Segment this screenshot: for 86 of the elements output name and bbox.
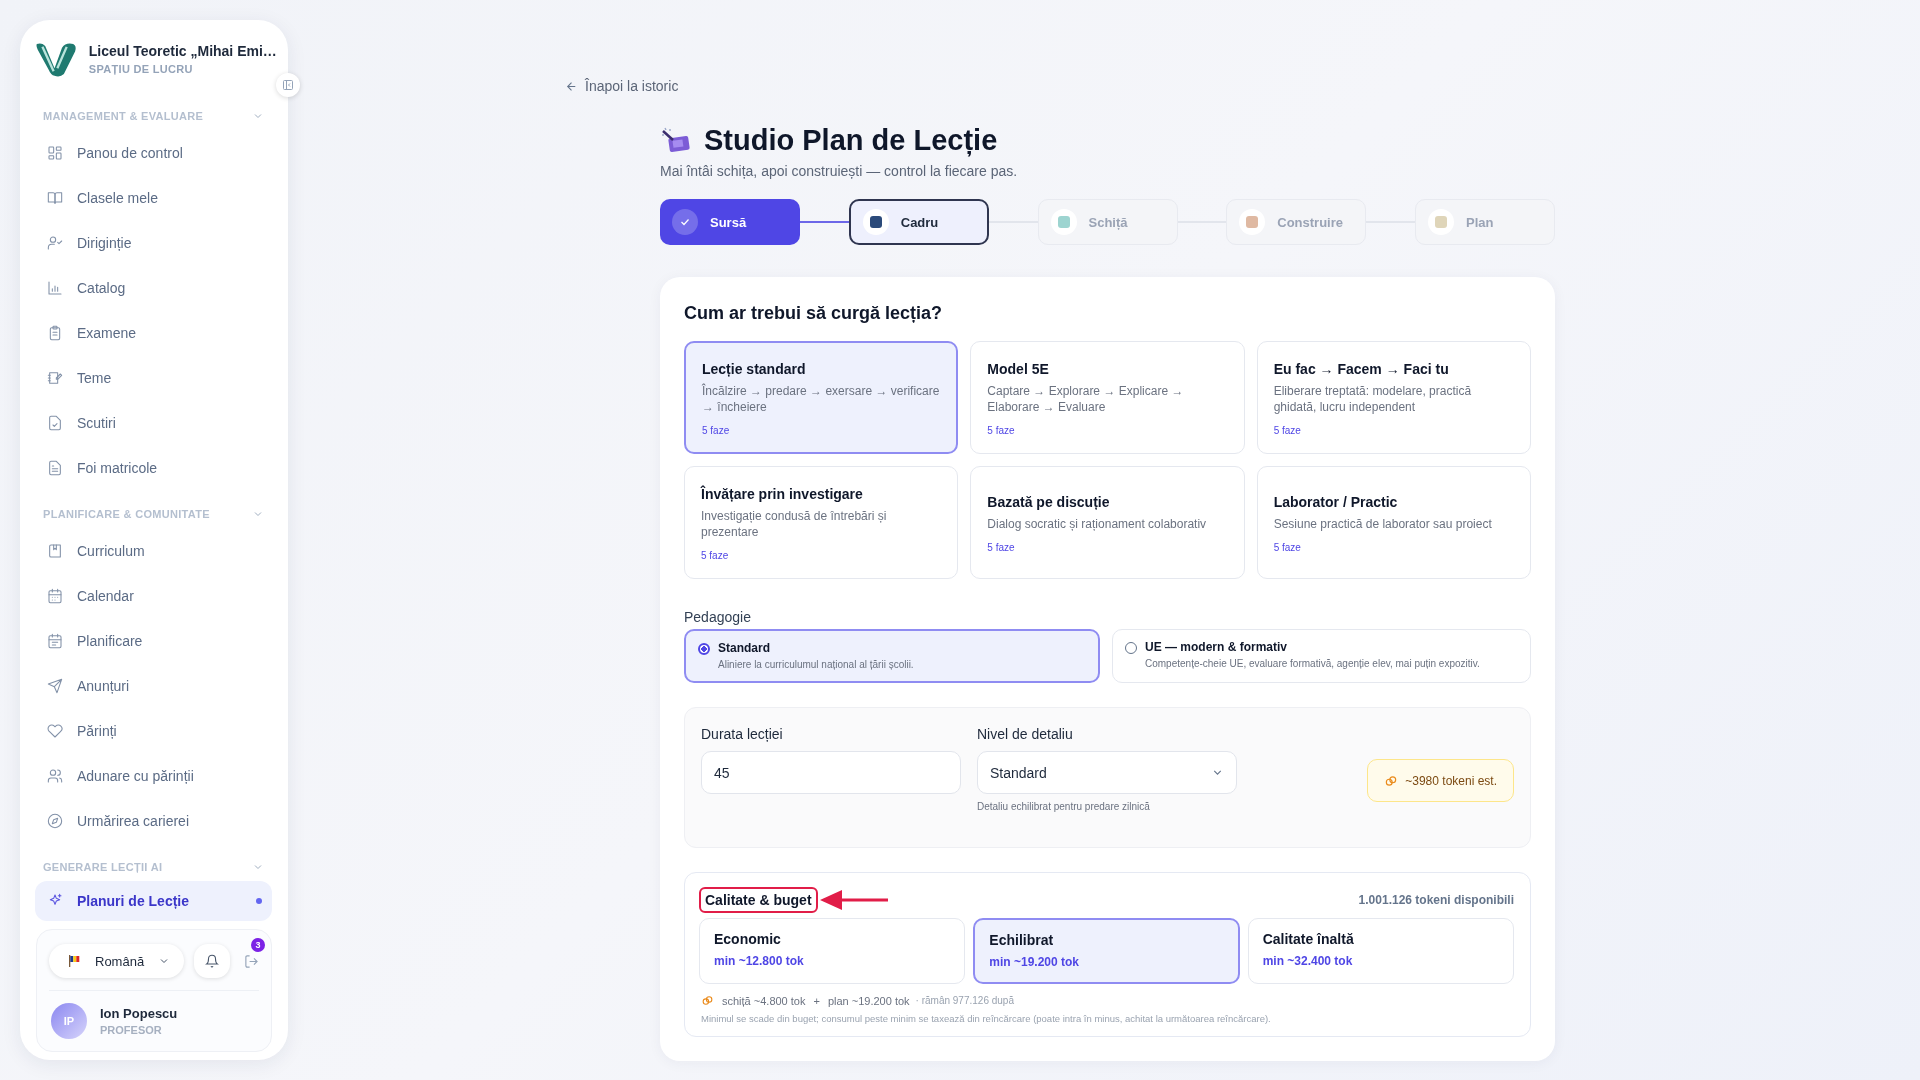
- field-label: Nivel de detaliu: [977, 726, 1074, 742]
- cost-breakdown-text: · rămân 977.126 după: [915, 995, 1014, 1006]
- document-check-icon: [47, 414, 63, 431]
- nav-item[interactable]: Catalog: [35, 265, 272, 310]
- field-hint: Detaliu echilibrat pentru predare zilnică: [977, 801, 1151, 812]
- quality-option[interactable]: Economic min ~12.800 tok: [699, 918, 966, 984]
- duration-field[interactable]: 45: [701, 751, 961, 794]
- nav-item[interactable]: Calendar: [35, 573, 272, 618]
- lesson-flow-option[interactable]: Bazată pe discuție Dialog socratic și raționament colaborativ 5 faze: [970, 466, 1245, 579]
- nav-item[interactable]: Curriculum: [35, 528, 272, 573]
- bar-chart-icon: [47, 279, 63, 296]
- collapse-sidebar-button[interactable]: [276, 73, 300, 97]
- nav-item[interactable]: Foi matricole: [35, 445, 272, 490]
- coins-icon: [1384, 773, 1399, 788]
- users-icon: [47, 767, 63, 784]
- send-icon: [47, 677, 63, 694]
- quality-option[interactable]: Echilibrat min ~19.200 tok: [973, 918, 1240, 984]
- cost-breakdown-text: plan ~19.200 tok: [827, 994, 910, 1007]
- dashboard-icon: [47, 144, 63, 161]
- notebook-icon: [47, 369, 63, 386]
- step-tab[interactable]: Cadru: [848, 199, 989, 245]
- compass-icon: [47, 812, 63, 829]
- nav-item[interactable]: Urmărirea carierei: [35, 798, 272, 843]
- quality-option[interactable]: Calitate înaltă min ~32.400 tok: [1247, 918, 1514, 984]
- user-check-icon: [47, 234, 63, 251]
- budget-note: Minimul se scade din buget; consumul peste minim se taxează din reîncărcare (poate intra în minus, achitat la următoarea reîncărcare).: [701, 1013, 1272, 1024]
- token-estimate: ~3980 tokeni est.: [1367, 759, 1514, 802]
- bell-icon: [205, 954, 220, 968]
- nav-item[interactable]: Examene: [35, 310, 272, 355]
- book-icon: [47, 189, 63, 206]
- heart-icon: [47, 722, 63, 739]
- nav-item[interactable]: Părinți: [35, 708, 272, 753]
- clipboard-icon: [47, 324, 63, 341]
- section-heading: Cum ar trebui să curgă lecția?: [684, 303, 944, 324]
- coins-icon: [701, 994, 714, 1007]
- field-label: Durata lecției: [701, 726, 784, 742]
- step-icon: [1239, 209, 1266, 235]
- nav-item[interactable]: Teme: [35, 355, 272, 400]
- nav-item[interactable]: Planificare: [35, 618, 272, 663]
- notifications-button[interactable]: [194, 944, 231, 978]
- sidebar-toggle-icon: [282, 79, 294, 91]
- section-heading: PLANIFICARE & COMUNITATE: [43, 508, 210, 520]
- check-icon: [672, 209, 698, 235]
- bookmark-book-icon: [47, 542, 63, 559]
- language-select[interactable]: Română: [49, 944, 185, 978]
- annotation-arrow: [819, 889, 890, 911]
- nav-item[interactable]: Panou de control: [35, 130, 272, 175]
- nav-item[interactable]: Adunare cu părinții: [35, 753, 272, 798]
- nav-item[interactable]: Diriginție: [35, 220, 272, 265]
- lesson-flow-option[interactable]: Laborator / Practic Sesiune practică de laborator sau proiect 5 faze: [1256, 466, 1531, 579]
- detail-select[interactable]: Standard: [977, 751, 1237, 794]
- nav-item[interactable]: Clasele mele: [35, 175, 272, 220]
- flag-icon: [67, 954, 81, 968]
- document-icon: [47, 459, 63, 476]
- lesson-flow-option[interactable]: Lecție standard Încălzire → predare → exersare → verificare → încheiere 5 faze: [684, 341, 959, 454]
- step-icon: [862, 209, 889, 235]
- nav-item[interactable]: Anunțuri: [35, 663, 272, 708]
- page-title: Studio Plan de Lecție: [704, 124, 998, 157]
- field-label: Pedagogie: [684, 609, 752, 625]
- step-icon: [1050, 209, 1077, 235]
- section-heading: Calitate & buget: [699, 887, 818, 913]
- page-subtitle: Mai întâi schița, apoi construiești — control la fiecare pas.: [660, 163, 1019, 179]
- section-heading: GENERARE LECȚII AI: [43, 861, 163, 873]
- step-icon: [1428, 209, 1454, 235]
- lesson-flow-option[interactable]: Eu fac → Facem → Faci tu Eliberare treptată: modelare, practică ghidată, lucru independent 5 faze: [1256, 341, 1531, 454]
- back-link[interactable]: Înapoi la istoric: [565, 78, 679, 94]
- user-name: Ion Popescu: [100, 1006, 178, 1021]
- logout-icon[interactable]: [244, 953, 259, 969]
- section-heading: MANAGEMENT & EVALUARE: [43, 110, 204, 122]
- cost-breakdown-text: schiță ~4.800 tok: [722, 994, 806, 1007]
- calendar-icon: [47, 632, 63, 649]
- logo-icon: [34, 40, 79, 78]
- user-avatar: IP: [51, 1003, 87, 1039]
- step-tab[interactable]: Sursă: [660, 199, 800, 245]
- nav-item[interactable]: Scutiri: [35, 400, 272, 445]
- nav-item[interactable]: Planuri de Lecție: [35, 881, 272, 921]
- notification-count: 3: [251, 938, 265, 952]
- user-role: PROFESOR: [100, 1024, 163, 1036]
- lesson-flow-option[interactable]: Învățare prin investigare Investigație condusă de întrebări și prezentare 5 faze: [684, 466, 959, 579]
- tokens-available: 1.001.126 tokeni disponibili: [1358, 893, 1514, 907]
- workspace-label: SPAȚIU DE LUCRU: [88, 63, 194, 75]
- calendar-icon: [47, 587, 63, 604]
- pedagogy-option[interactable]: UE — modern & formativ Competențe-cheie UE, evaluare formativă, agenție elev, mai puțin expozitiv.: [1112, 629, 1531, 683]
- cost-breakdown-text: +: [813, 994, 820, 1007]
- lesson-flow-option[interactable]: Model 5E Captare → Explorare → Explicare → Elaborare → Evaluare 5 faze: [970, 341, 1245, 454]
- pedagogy-option[interactable]: Standard Aliniere la curriculumul național al țării școlii.: [684, 629, 1100, 683]
